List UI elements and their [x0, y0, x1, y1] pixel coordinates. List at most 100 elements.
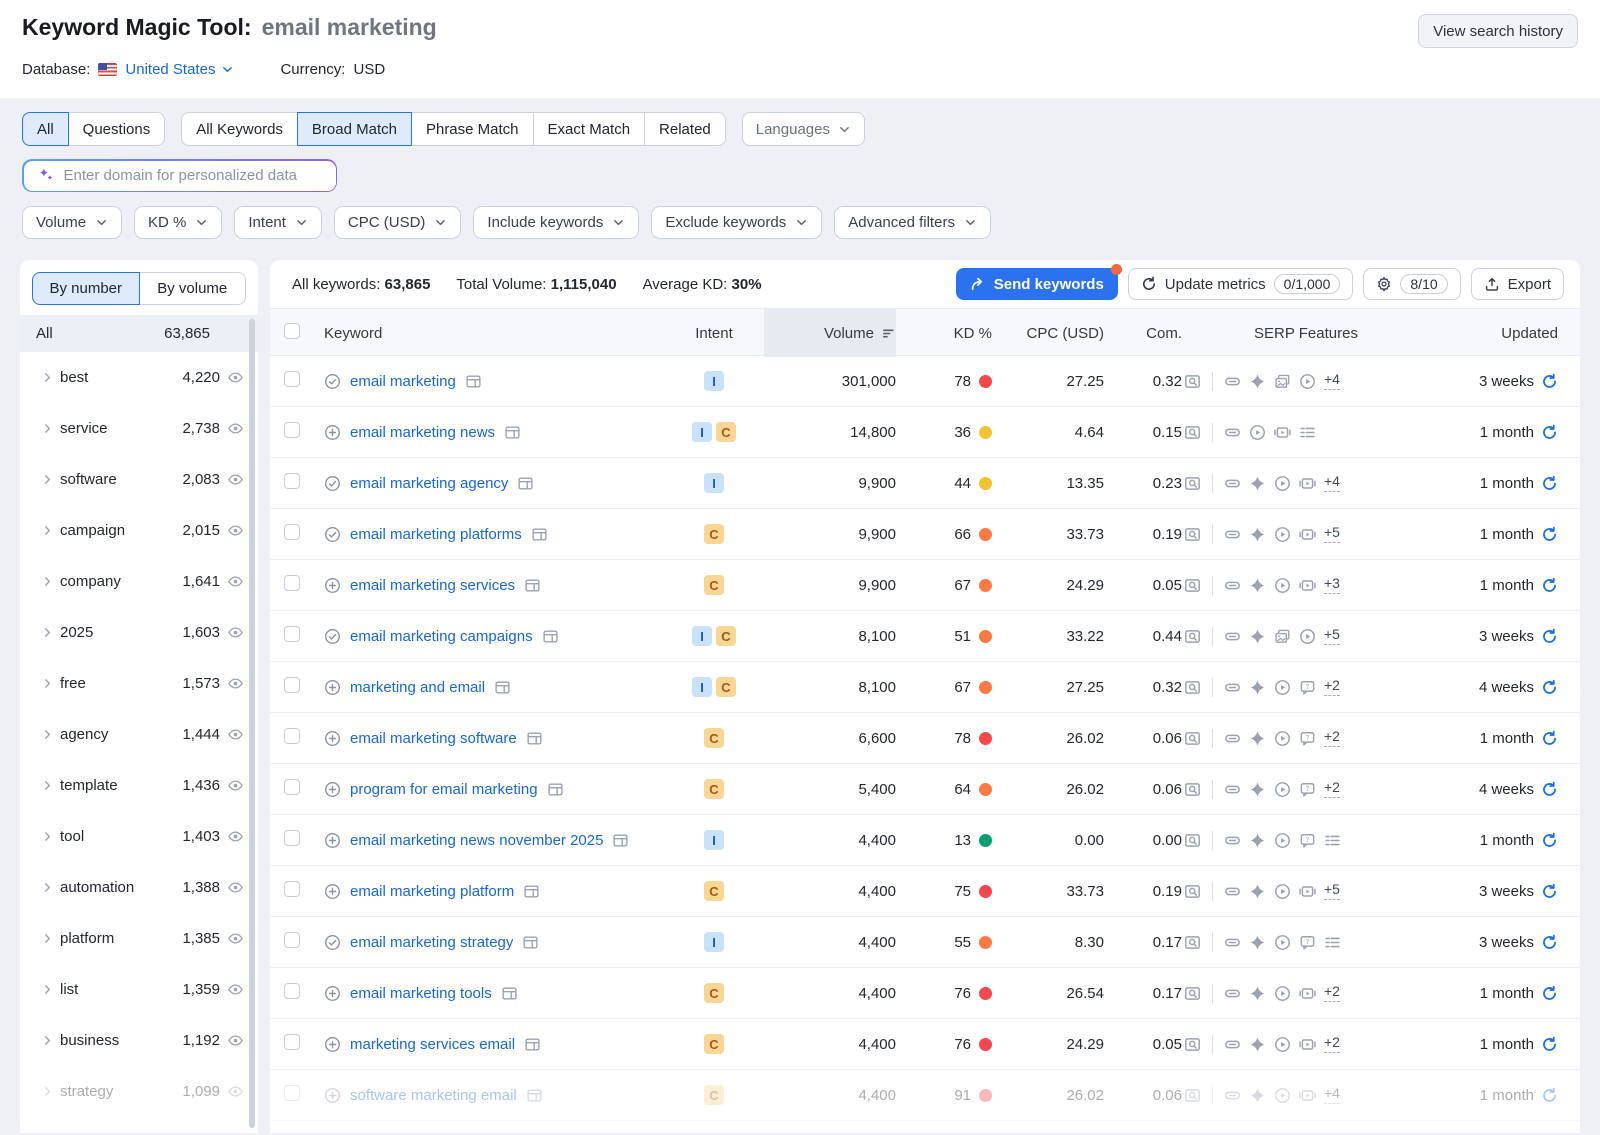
tab-phrase-match[interactable]: Phrase Match: [410, 112, 534, 146]
serp-preview-icon[interactable]: [1184, 730, 1201, 747]
serp-more-count[interactable]: +2: [1324, 677, 1340, 697]
keyword-link[interactable]: email marketing platforms: [350, 526, 522, 543]
eye-icon[interactable]: [227, 624, 244, 641]
open-serp-icon[interactable]: [526, 1087, 543, 1104]
filter-intent[interactable]: Intent: [234, 206, 322, 239]
keyword-in-list-icon[interactable]: [324, 934, 341, 951]
domain-input[interactable]: Enter domain for personalized data: [22, 159, 337, 192]
sidebar-scrollbar[interactable]: [249, 319, 255, 1128]
sidebar-item-tool[interactable]: tool 1,403: [20, 811, 258, 862]
row-checkbox[interactable]: [284, 626, 300, 642]
export-button[interactable]: Export: [1470, 268, 1564, 300]
eye-icon[interactable]: [227, 573, 244, 590]
row-checkbox[interactable]: [284, 575, 300, 591]
eye-icon[interactable]: [227, 522, 244, 539]
open-serp-icon[interactable]: [523, 883, 540, 900]
tab-all-keywords[interactable]: All Keywords: [181, 112, 298, 146]
refresh-metrics-icon[interactable]: [1541, 1036, 1558, 1053]
open-serp-icon[interactable]: [526, 730, 543, 747]
select-all-checkbox[interactable]: [284, 323, 300, 339]
refresh-metrics-icon[interactable]: [1541, 985, 1558, 1002]
filter-cpc-usd[interactable]: CPC (USD): [333, 206, 462, 239]
serp-more-count[interactable]: +5: [1324, 881, 1340, 901]
row-checkbox[interactable]: [284, 524, 300, 540]
serp-more-count[interactable]: +3: [1324, 575, 1340, 595]
column-header-updated[interactable]: Updated: [1501, 325, 1558, 342]
chevron-right-icon[interactable]: [34, 473, 60, 486]
sidebar-item-business[interactable]: business 1,192: [20, 1015, 258, 1066]
open-serp-icon[interactable]: [524, 577, 541, 594]
keyword-link[interactable]: email marketing strategy: [350, 934, 513, 951]
refresh-metrics-icon[interactable]: [1541, 526, 1558, 543]
eye-icon[interactable]: [227, 930, 244, 947]
serp-more-count[interactable]: +2: [1324, 1034, 1340, 1054]
keyword-in-list-icon[interactable]: [324, 373, 341, 390]
chevron-right-icon[interactable]: [34, 677, 60, 690]
sidebar-item-agency[interactable]: agency 1,444: [20, 709, 258, 760]
refresh-metrics-icon[interactable]: [1541, 832, 1558, 849]
eye-icon[interactable]: [227, 1032, 244, 1049]
row-checkbox[interactable]: [284, 728, 300, 744]
filter-exclude-keywords[interactable]: Exclude keywords: [651, 206, 823, 239]
serp-preview-icon[interactable]: [1184, 577, 1201, 594]
open-serp-icon[interactable]: [465, 373, 482, 390]
open-serp-icon[interactable]: [504, 424, 521, 441]
filter-volume[interactable]: Volume: [22, 206, 123, 239]
chevron-right-icon[interactable]: [34, 779, 60, 792]
serp-more-count[interactable]: +5: [1324, 626, 1340, 646]
sidebar-item-automation[interactable]: automation 1,388: [20, 862, 258, 913]
chevron-right-icon[interactable]: [34, 371, 60, 384]
serp-more-count[interactable]: +2: [1324, 779, 1340, 799]
refresh-metrics-icon[interactable]: [1541, 628, 1558, 645]
tab-questions[interactable]: Questions: [67, 112, 166, 146]
keyword-in-list-icon[interactable]: [324, 475, 341, 492]
row-checkbox[interactable]: [284, 1085, 300, 1101]
chevron-right-icon[interactable]: [34, 830, 60, 843]
refresh-metrics-icon[interactable]: [1541, 1087, 1558, 1104]
sidebar-item-best[interactable]: best 4,220: [20, 352, 258, 403]
keyword-link[interactable]: software marketing email: [350, 1087, 517, 1104]
tab-all[interactable]: All: [22, 112, 69, 146]
serp-preview-icon[interactable]: [1184, 781, 1201, 798]
chevron-right-icon[interactable]: [34, 524, 60, 537]
serp-more-count[interactable]: +4: [1324, 371, 1340, 391]
serp-preview-icon[interactable]: [1184, 985, 1201, 1002]
languages-dropdown[interactable]: Languages: [741, 112, 865, 146]
view-search-history-button[interactable]: View search history: [1418, 14, 1578, 48]
toggle-by-number[interactable]: By number: [32, 272, 140, 305]
open-serp-icon[interactable]: [522, 934, 539, 951]
sidebar-item-all[interactable]: All 63,865: [20, 315, 258, 352]
row-checkbox[interactable]: [284, 371, 300, 387]
column-header-com[interactable]: Com.: [1146, 325, 1182, 342]
keyword-link[interactable]: email marketing agency: [350, 475, 508, 492]
database-value[interactable]: United States: [125, 61, 215, 78]
row-checkbox[interactable]: [284, 779, 300, 795]
refresh-metrics-icon[interactable]: [1541, 883, 1558, 900]
column-header-cpc[interactable]: CPC (USD): [1027, 325, 1105, 342]
open-serp-icon[interactable]: [494, 679, 511, 696]
refresh-metrics-icon[interactable]: [1541, 424, 1558, 441]
column-header-kd[interactable]: KD %: [954, 325, 992, 342]
column-header-volume[interactable]: Volume: [764, 309, 896, 357]
keyword-link[interactable]: email marketing campaigns: [350, 628, 533, 645]
tab-related[interactable]: Related: [644, 112, 726, 146]
update-metrics-button[interactable]: Update metrics 0/1,000: [1127, 268, 1354, 300]
row-checkbox[interactable]: [284, 932, 300, 948]
refresh-metrics-icon[interactable]: [1541, 934, 1558, 951]
chevron-right-icon[interactable]: [34, 1034, 60, 1047]
keyword-link[interactable]: email marketing software: [350, 730, 517, 747]
add-keyword-icon[interactable]: [324, 424, 341, 441]
chevron-right-icon[interactable]: [34, 881, 60, 894]
filter-advanced-filters[interactable]: Advanced filters: [834, 206, 991, 239]
row-checkbox[interactable]: [284, 830, 300, 846]
row-checkbox[interactable]: [284, 473, 300, 489]
serp-more-count[interactable]: +5: [1324, 524, 1340, 544]
serp-more-count[interactable]: +2: [1324, 983, 1340, 1003]
chevron-right-icon[interactable]: [34, 422, 60, 435]
chevron-right-icon[interactable]: [34, 1085, 60, 1098]
eye-icon[interactable]: [227, 879, 244, 896]
serp-preview-icon[interactable]: [1184, 679, 1201, 696]
keyword-link[interactable]: email marketing news: [350, 424, 495, 441]
serp-more-count[interactable]: +2: [1324, 728, 1340, 748]
add-keyword-icon[interactable]: [324, 730, 341, 747]
